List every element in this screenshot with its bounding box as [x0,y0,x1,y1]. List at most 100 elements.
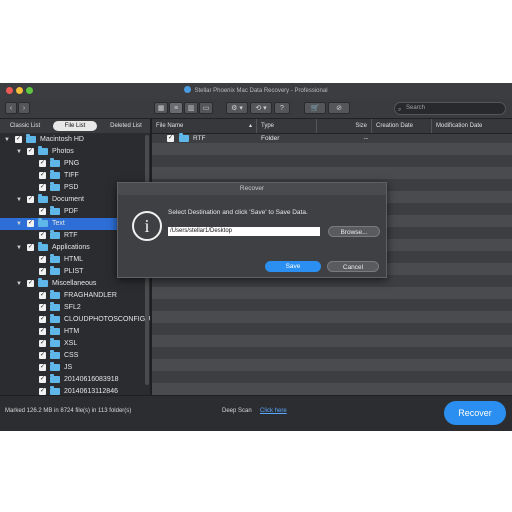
tree-row[interactable]: ✓ TIFF [0,170,150,182]
tree-row[interactable]: ✓ CSS [0,350,150,362]
tree-checkbox[interactable]: ✓ [39,364,46,371]
tree-row[interactable]: ▼ ✓ Photos [0,146,150,158]
tree-checkbox[interactable]: ✓ [39,376,46,383]
coverflow-view-button[interactable]: ▭ [199,102,213,114]
tree-row-label: HTM [64,328,80,335]
forward-button[interactable]: › [18,102,30,114]
tree-row[interactable]: ▼ ✓ Macintosh HD [0,134,150,146]
tree-checkbox[interactable]: ✓ [39,304,46,311]
tree-checkbox[interactable]: ✓ [39,268,46,275]
sort-ascending-icon: ▴ [249,123,253,129]
browse-button[interactable]: Browse... [328,226,380,237]
tree-checkbox[interactable]: ✓ [39,340,46,347]
tree-row-label: Applications [52,244,90,251]
column-view-button[interactable]: ▥ [184,102,198,114]
cart-button[interactable]: 🛒 [304,102,326,114]
status-bar: Marked 126.2 MB in 8724 file(s) in 113 f… [0,395,512,431]
folder-icon [26,134,36,143]
tree-row[interactable]: ✓ 20140613112846 [0,386,150,395]
row-checkbox[interactable]: ✓ [167,135,174,142]
gear-icon: ⚙ ▾ [231,105,243,112]
tree-checkbox[interactable]: ✓ [39,316,46,323]
tree-checkbox[interactable]: ✓ [39,232,46,239]
tree-row[interactable]: ✓ HTM [0,326,150,338]
help-icon: ? [280,105,284,112]
table-row[interactable]: ✓ RTF Folder -- [152,133,512,145]
tab-classic-list[interactable]: Classic List [2,121,48,131]
list-view-button[interactable]: ≡ [169,102,183,114]
tree-checkbox[interactable]: ✓ [27,148,34,155]
coverflow-icon: ▭ [202,105,210,112]
activation-button[interactable]: ⊘ [328,102,350,114]
folder-icon [50,386,60,395]
tree-checkbox[interactable]: ✓ [15,136,22,143]
column-header-type[interactable]: Type [257,119,317,133]
dialog-message: Select Destination and click 'Save' to S… [168,209,308,216]
recover-button[interactable]: Recover [444,401,506,425]
tree-checkbox[interactable]: ✓ [27,280,34,287]
settings-menu-button[interactable]: ⚙ ▾ [226,102,248,114]
tree-row[interactable]: ▼ ✓ Miscellaneous [0,278,150,290]
cancel-button[interactable]: Cancel [327,261,379,272]
disclosure-triangle-icon[interactable]: ▼ [4,134,10,146]
tree-checkbox[interactable]: ✓ [39,388,46,395]
cart-icon: 🛒 [310,105,320,112]
window-title: Stellar Phoenix Mac Data Recovery - Prof… [194,88,328,94]
search-field[interactable]: ⌕ Search [394,102,506,115]
chevron-right-icon: › [22,105,26,112]
file-name-cell: RTF [193,135,206,142]
tab-file-list[interactable]: File List [53,121,97,131]
tree-checkbox[interactable]: ✓ [39,160,46,167]
tree-checkbox[interactable]: ✓ [39,352,46,359]
tree-checkbox[interactable]: ✓ [39,184,46,191]
tree-row[interactable]: ✓ FRAGHANDLER [0,290,150,302]
tree-checkbox[interactable]: ✓ [27,196,34,203]
tree-checkbox[interactable]: ✓ [39,172,46,179]
disclosure-triangle-icon[interactable]: ▼ [16,194,22,206]
tree-checkbox[interactable]: ✓ [39,256,46,263]
tree-row-label: TIFF [64,172,79,179]
folder-icon [50,158,60,167]
tree-row[interactable]: ✓ CLOUDPHOTOSCONFIGU [0,314,150,326]
disclosure-triangle-icon[interactable]: ▼ [16,278,22,290]
tree-row-label: RTF [64,232,78,239]
save-button[interactable]: Save [265,261,321,272]
tab-deleted-list[interactable]: Deleted List [102,121,150,131]
tree-row[interactable]: ✓ 20140616083918 [0,374,150,386]
folder-icon [38,146,48,155]
tree-row-label: 20140613112846 [64,388,118,395]
folder-icon [38,242,48,251]
tree-checkbox[interactable]: ✓ [27,244,34,251]
tree-row-label: PSD [64,184,79,191]
tree-checkbox[interactable]: ✓ [27,220,34,227]
tree-row-label: Text [52,220,65,227]
folder-icon [50,326,60,335]
column-header-modification-date[interactable]: Modification Date [432,119,512,133]
icon-view-button[interactable]: ▦ [154,102,168,114]
tree-checkbox[interactable]: ✓ [39,328,46,335]
tree-row[interactable]: ✓ PNG [0,158,150,170]
destination-path-field[interactable] [168,227,320,236]
help-button[interactable]: ? [274,102,290,114]
tree-row-label: SFL2 [64,304,81,311]
tree-row[interactable]: ✓ XSL [0,338,150,350]
folder-icon [50,266,60,275]
deep-scan-link[interactable]: Click here [260,408,287,414]
disclosure-triangle-icon[interactable]: ▼ [16,218,22,230]
tree-row-label: CSS [64,352,79,359]
folder-icon [50,314,60,323]
back-button[interactable]: ‹ [5,102,17,114]
column-header-size[interactable]: Size [317,119,372,133]
disclosure-triangle-icon[interactable]: ▼ [16,242,22,254]
folder-icon [50,350,60,359]
tree-checkbox[interactable]: ✓ [39,292,46,299]
history-menu-button[interactable]: ⟲ ▾ [250,102,272,114]
column-header-creation-date[interactable]: Creation Date [372,119,432,133]
column-header-file-name[interactable]: File Name ▴ [152,119,257,133]
folder-icon [50,374,60,383]
recover-dialog: Recover i Select Destination and click '… [117,182,387,278]
tree-row[interactable]: ✓ JS [0,362,150,374]
tree-checkbox[interactable]: ✓ [39,208,46,215]
tree-row[interactable]: ✓ SFL2 [0,302,150,314]
disclosure-triangle-icon[interactable]: ▼ [16,146,22,158]
